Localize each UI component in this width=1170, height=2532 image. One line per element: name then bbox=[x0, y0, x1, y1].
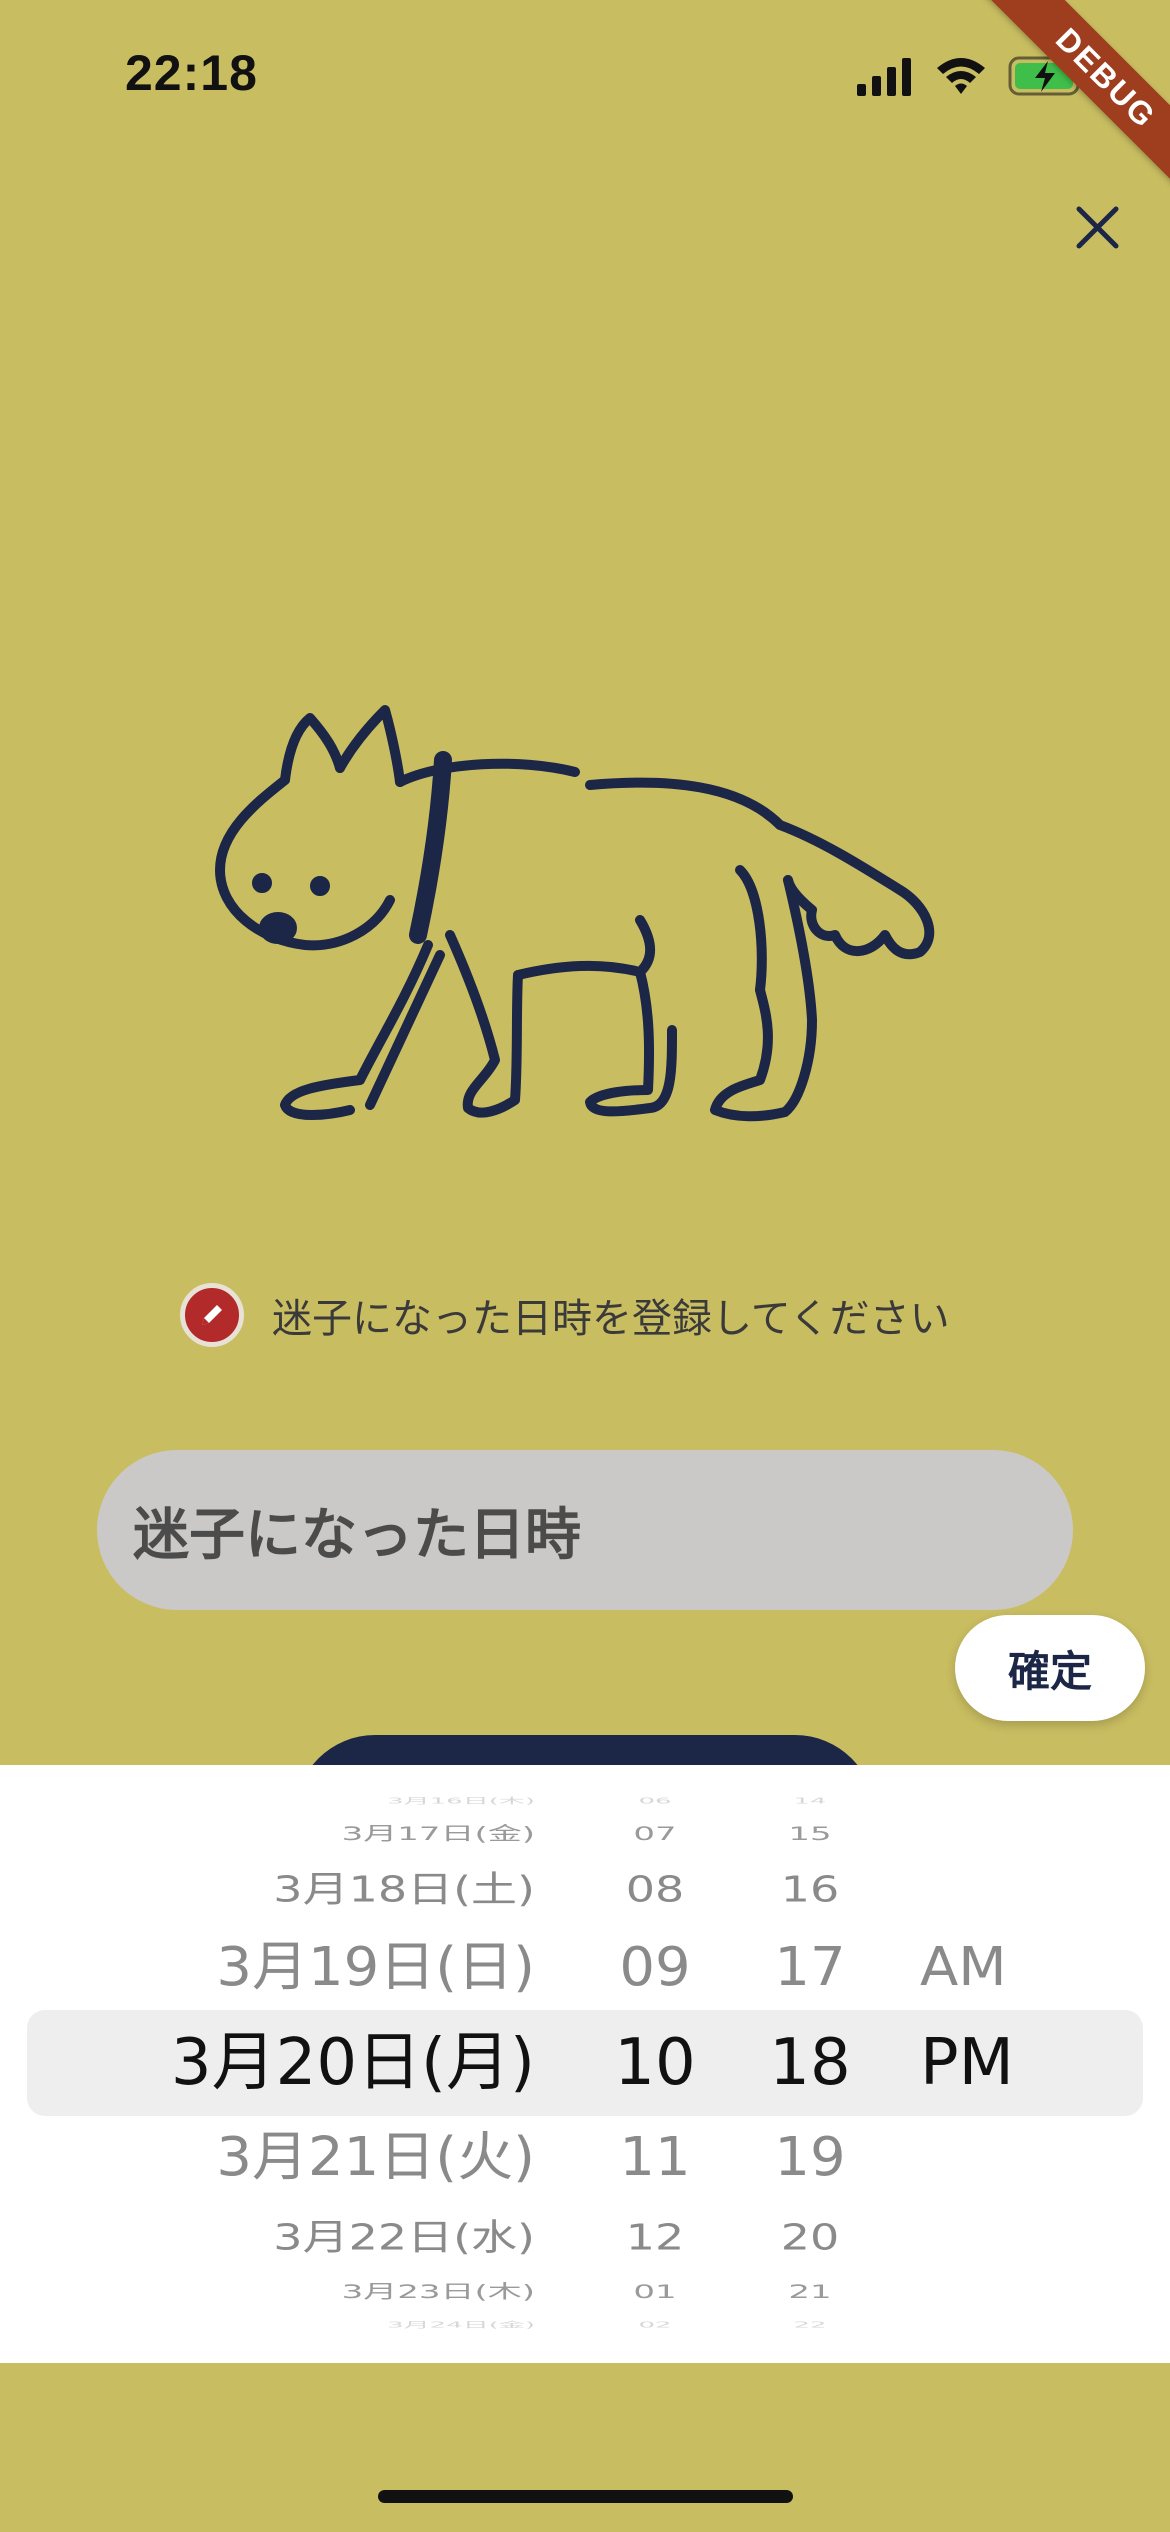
date-option[interactable]: 3月16日(木) bbox=[387, 1797, 535, 1805]
pencil-icon bbox=[180, 1283, 244, 1347]
ampm-option[interactable]: AM bbox=[920, 1941, 1007, 1994]
minute-option[interactable]: 22 bbox=[793, 2321, 826, 2329]
hour-option[interactable]: 11 bbox=[619, 2131, 690, 2184]
date-option[interactable]: 3月24日(金) bbox=[387, 2321, 535, 2329]
wifi-icon bbox=[937, 58, 985, 94]
minute-option[interactable]: 21 bbox=[788, 2283, 831, 2302]
date-option[interactable]: 3月17日(金) bbox=[342, 1825, 535, 1844]
minute-option[interactable]: 15 bbox=[788, 1825, 831, 1844]
confirm-button[interactable]: 確定 bbox=[955, 1615, 1145, 1721]
close-icon[interactable] bbox=[1060, 190, 1135, 265]
instruction-text: 迷子になった日時を登録してください bbox=[272, 1296, 950, 1342]
hour-option[interactable]: 08 bbox=[626, 1871, 685, 1907]
hour-option[interactable]: 07 bbox=[633, 1825, 676, 1844]
dog-illustration bbox=[215, 705, 935, 1122]
date-wheel[interactable]: 3月16日(木) 3月17日(金) 3月18日(土) 3月19日(日) 3月20日(月)… bbox=[40, 1765, 535, 2363]
instruction-row: 迷子になった日時を登録してください bbox=[180, 1280, 1000, 1350]
minute-option[interactable]: 19 bbox=[774, 2131, 845, 2184]
date-option[interactable]: 3月23日(木) bbox=[342, 2283, 535, 2302]
date-option[interactable]: 3月18日(土) bbox=[273, 1871, 535, 1907]
minute-wheel[interactable]: 14 15 16 17 18 19 20 21 22 bbox=[745, 1765, 875, 2363]
debug-banner: DEBUG bbox=[981, 0, 1170, 203]
minute-option[interactable]: 17 bbox=[774, 1941, 845, 1994]
hour-option[interactable]: 12 bbox=[626, 2219, 685, 2255]
minute-option[interactable]: 16 bbox=[781, 1871, 840, 1907]
ampm-option-selected[interactable]: PM bbox=[920, 2031, 1014, 2095]
status-bar: 22:18 DEBUG bbox=[0, 0, 1170, 203]
date-option[interactable]: 3月21日(火) bbox=[216, 2131, 535, 2184]
minute-option[interactable]: 20 bbox=[781, 2219, 840, 2255]
home-indicator bbox=[378, 2490, 793, 2503]
hour-option[interactable]: 09 bbox=[619, 1941, 690, 1994]
hour-option[interactable]: 02 bbox=[638, 2321, 671, 2329]
hour-wheel[interactable]: 06 07 08 09 10 11 12 01 02 bbox=[590, 1765, 720, 2363]
datetime-picker[interactable]: 3月16日(木) 3月17日(金) 3月18日(土) 3月19日(日) 3月20日(月)… bbox=[0, 1765, 1170, 2363]
hour-option[interactable]: 06 bbox=[638, 1797, 671, 1805]
date-option[interactable]: 3月19日(日) bbox=[216, 1941, 535, 1994]
lost-datetime-field[interactable]: 迷子になった日時 bbox=[97, 1450, 1073, 1610]
status-time: 22:18 bbox=[125, 45, 258, 101]
ampm-wheel[interactable]: AM PM bbox=[920, 1765, 1080, 2363]
hour-option[interactable]: 01 bbox=[633, 2283, 676, 2302]
date-option-selected[interactable]: 3月20日(月) bbox=[171, 2031, 535, 2095]
minute-option-selected[interactable]: 18 bbox=[769, 2031, 850, 2095]
date-option[interactable]: 3月22日(水) bbox=[273, 2219, 535, 2255]
lost-datetime-label: 迷子になった日時 bbox=[133, 1502, 581, 1568]
hour-option-selected[interactable]: 10 bbox=[614, 2031, 695, 2095]
minute-option[interactable]: 14 bbox=[793, 1797, 826, 1805]
signal-icon bbox=[857, 58, 911, 96]
